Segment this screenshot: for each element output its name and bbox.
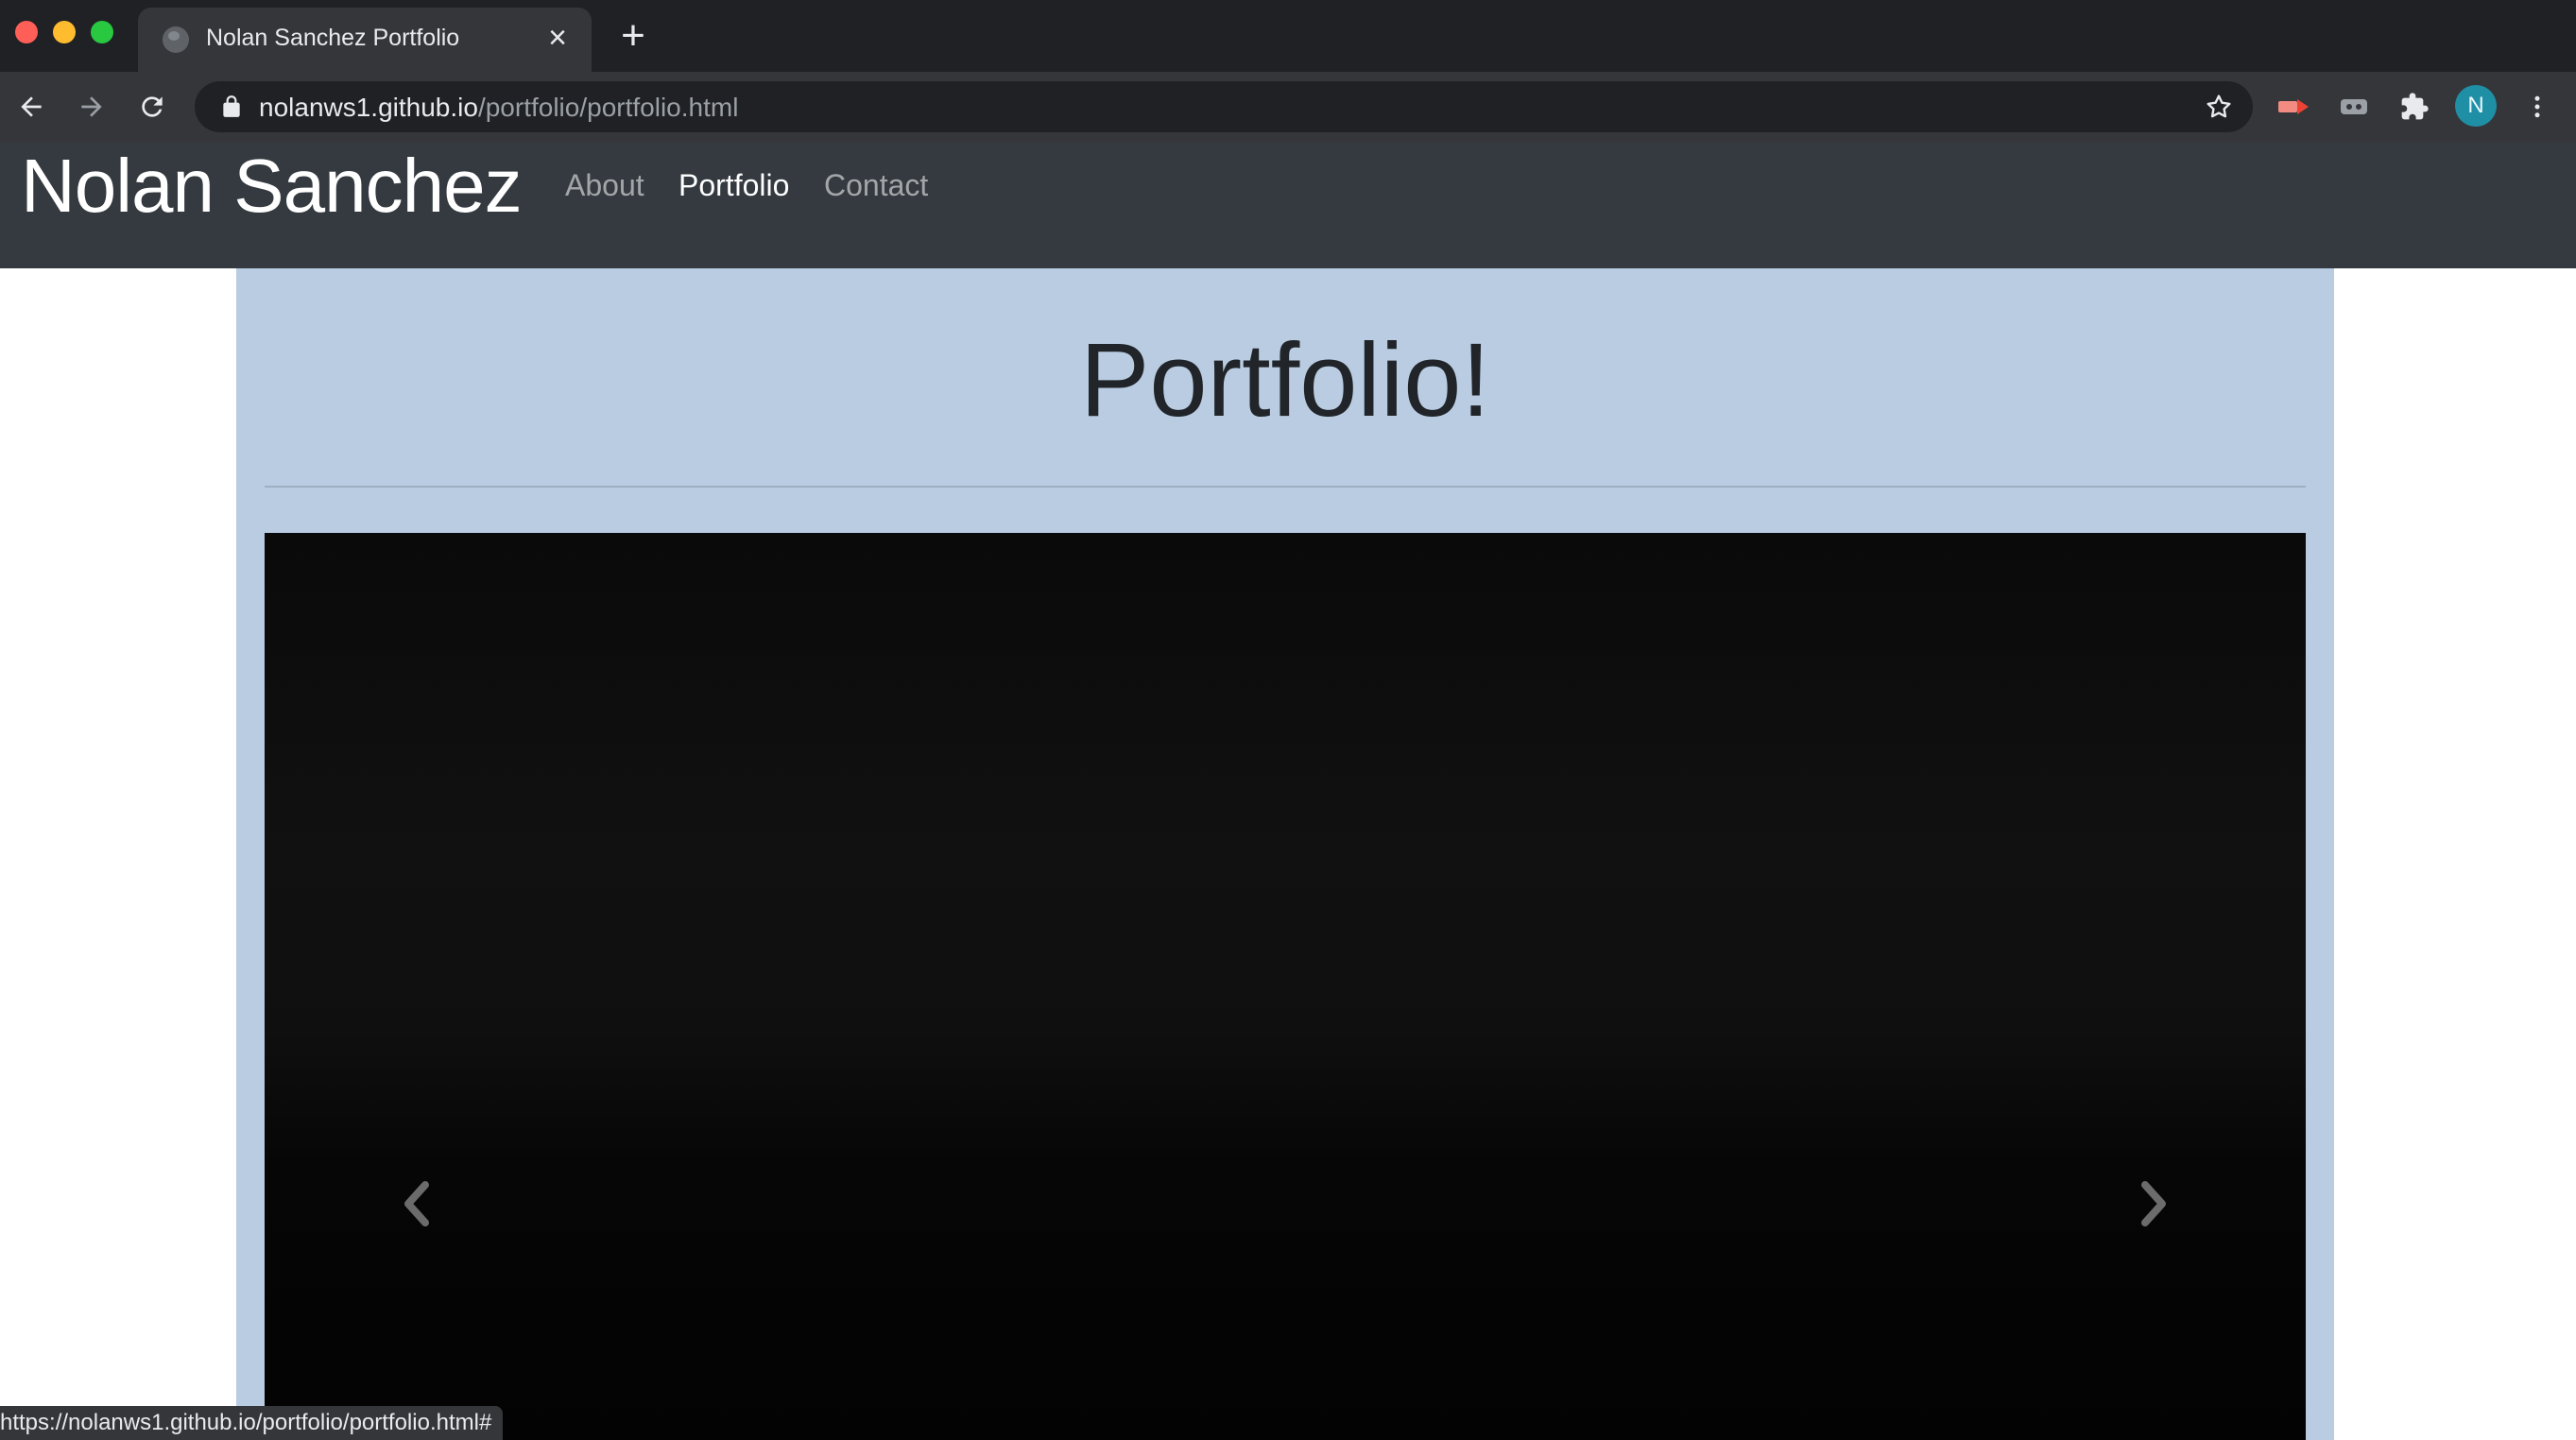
browser-tab-strip: Nolan Sanchez Portfolio × + xyxy=(0,0,2576,72)
url-path: /portfolio/portfolio.html xyxy=(477,93,739,122)
browser-toolbar: nolanws1.github.io/portfolio/portfolio.h… xyxy=(0,72,2576,142)
link-status-bubble: https://nolanws1.github.io/portfolio/por… xyxy=(0,1406,504,1440)
nav-link-contact[interactable]: Contact xyxy=(824,168,928,203)
chevron-left-icon xyxy=(404,1181,429,1226)
extensions-menu-button[interactable] xyxy=(2391,83,2438,130)
divider xyxy=(265,486,2306,488)
nav-link-about[interactable]: About xyxy=(565,168,644,203)
image-carousel xyxy=(265,533,2306,1440)
window-minimize-button[interactable] xyxy=(53,21,76,43)
reload-icon xyxy=(142,96,163,117)
carousel-prev-button[interactable] xyxy=(397,1175,435,1232)
portfolio-container: Portfolio! xyxy=(236,268,2334,1440)
arrow-left-icon xyxy=(21,96,42,117)
puzzle-game-icon xyxy=(2341,99,2367,114)
profile-avatar[interactable]: N xyxy=(2455,85,2497,127)
arrow-right-icon xyxy=(81,96,102,117)
address-bar[interactable]: nolanws1.github.io/portfolio/portfolio.h… xyxy=(195,81,2253,132)
star-icon[interactable] xyxy=(2204,92,2234,122)
tab-title: Nolan Sanchez Portfolio xyxy=(206,25,460,51)
more-vertical-icon xyxy=(2534,95,2540,118)
globe-icon xyxy=(163,26,189,53)
lock-icon xyxy=(223,95,240,117)
screencast-icon xyxy=(2278,99,2309,114)
puzzle-icon xyxy=(2401,93,2429,120)
new-tab-button[interactable]: + xyxy=(612,15,654,59)
carousel-next-button[interactable] xyxy=(2136,1175,2173,1232)
browser-menu-button[interactable] xyxy=(2514,83,2561,130)
nav-link-portfolio[interactable]: Portfolio xyxy=(678,168,789,203)
url-text: nolanws1.github.io/portfolio/portfolio.h… xyxy=(259,93,738,123)
window-close-button[interactable] xyxy=(15,21,38,43)
chevron-right-icon xyxy=(2141,1181,2166,1226)
back-button[interactable] xyxy=(8,83,55,130)
page-title: Portfolio! xyxy=(1079,322,1491,438)
forward-button[interactable] xyxy=(68,83,115,130)
close-icon[interactable]: × xyxy=(541,21,575,55)
browser-tab-active[interactable]: Nolan Sanchez Portfolio × xyxy=(138,8,592,72)
site-brand[interactable]: Nolan Sanchez xyxy=(21,142,523,231)
window-zoom-button[interactable] xyxy=(91,21,113,43)
reload-button[interactable] xyxy=(129,83,176,130)
extension-button[interactable] xyxy=(2330,83,2378,130)
extension-button[interactable] xyxy=(2270,83,2317,130)
url-domain: nolanws1.github.io xyxy=(259,93,478,122)
site-navbar: Nolan Sanchez About Portfolio Contact xyxy=(0,142,2576,268)
